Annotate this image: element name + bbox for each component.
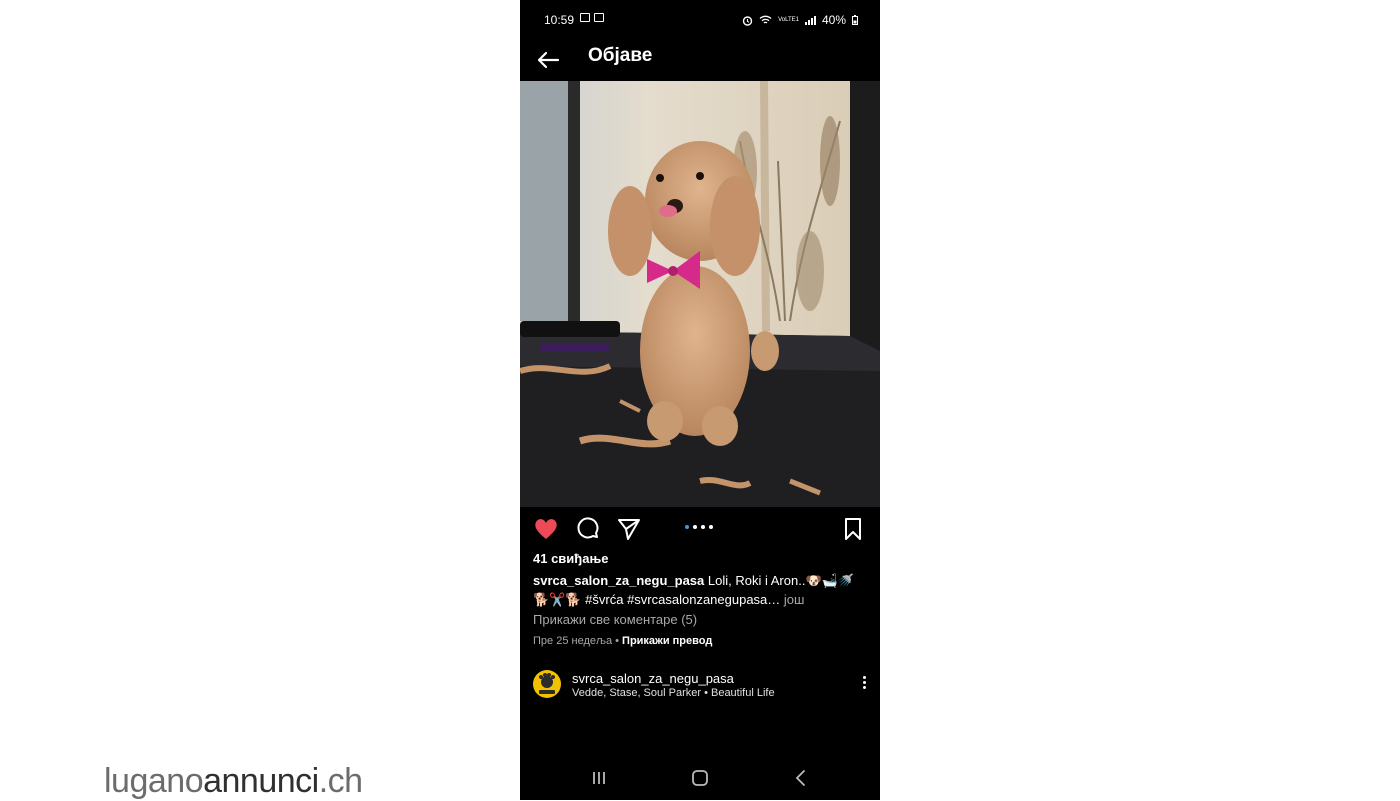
caption-text: Loli, Roki i Aron..🐶🛁🚿 bbox=[704, 573, 854, 588]
share-icon[interactable] bbox=[616, 516, 642, 542]
phone-screen: 10:59 VoLTE1 40% Објаве 41 свиђање svrca… bbox=[520, 0, 880, 800]
avatar[interactable] bbox=[533, 670, 561, 698]
post-actions bbox=[520, 512, 880, 546]
watermark-part2: annunci bbox=[203, 762, 319, 800]
meta-separator: • bbox=[612, 635, 623, 647]
notification-icons bbox=[580, 13, 604, 22]
likes-count[interactable]: 41 свиђање bbox=[533, 551, 608, 566]
watermark-part1: lugano bbox=[104, 762, 204, 800]
post-meta: Пре 25 недеља • Прикажи превод bbox=[533, 635, 712, 647]
alarm-icon bbox=[742, 15, 753, 26]
battery-icon bbox=[852, 15, 858, 25]
next-post-username[interactable]: svrca_salon_za_negu_pasa bbox=[572, 671, 734, 686]
more-options-icon[interactable] bbox=[863, 676, 866, 689]
carousel-indicator bbox=[685, 525, 713, 529]
post-time: Пре 25 недеља bbox=[533, 635, 613, 647]
post-image[interactable] bbox=[520, 81, 880, 507]
next-post-header: svrca_salon_za_negu_pasa Vedde, Stase, S… bbox=[520, 664, 880, 708]
post-caption[interactable]: svrca_salon_za_negu_pasa Loli, Roki i Ar… bbox=[533, 571, 871, 609]
calendar-notification-icon bbox=[594, 13, 604, 22]
network-label: VoLTE1 bbox=[778, 17, 799, 23]
view-comments-link[interactable]: Прикажи све коментаре (5) bbox=[533, 612, 697, 627]
home-icon[interactable] bbox=[688, 766, 712, 790]
translate-link[interactable]: Прикажи превод bbox=[622, 635, 712, 647]
system-nav-bar bbox=[520, 756, 880, 800]
signal-icon bbox=[804, 15, 816, 25]
app-header: Објаве bbox=[520, 40, 880, 80]
next-post-music[interactable]: Vedde, Stase, Soul Parker • Beautiful Li… bbox=[572, 687, 775, 699]
wifi-icon bbox=[759, 15, 772, 24]
page-title: Објаве bbox=[588, 45, 653, 66]
system-icons: VoLTE1 40% bbox=[742, 13, 858, 27]
bookmark-icon[interactable] bbox=[840, 516, 866, 542]
comment-icon[interactable] bbox=[575, 516, 601, 542]
back-nav-icon[interactable] bbox=[789, 766, 813, 790]
recent-apps-icon[interactable] bbox=[587, 766, 611, 790]
caption-username[interactable]: svrca_salon_za_negu_pasa bbox=[533, 573, 704, 588]
status-bar: 10:59 VoLTE1 40% bbox=[520, 0, 880, 40]
status-time: 10:59 bbox=[544, 13, 575, 27]
caption-hashtags: 🐕✂️🐕 #švrća #svrcasalonzanegupasa… bbox=[533, 592, 781, 607]
battery-percent: 40% bbox=[821, 13, 846, 27]
back-arrow-icon[interactable] bbox=[534, 46, 562, 74]
watermark-logo: luganoannunci.ch bbox=[104, 762, 363, 801]
gallery-notification-icon bbox=[580, 13, 590, 22]
more-link[interactable]: још bbox=[780, 592, 805, 607]
watermark-part3: .ch bbox=[318, 762, 363, 800]
heart-filled-icon[interactable] bbox=[533, 516, 559, 542]
paw-logo-icon bbox=[539, 673, 555, 694]
